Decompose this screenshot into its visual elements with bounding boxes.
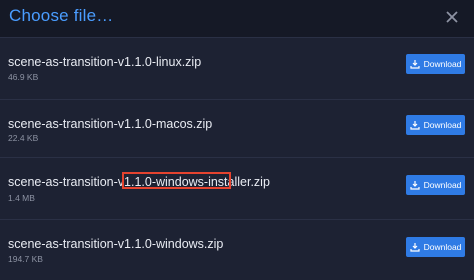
file-size: 1.4 MB (8, 193, 35, 203)
file-row: scene-as-transition-v1.1.0-linux.zip 46.… (0, 37, 474, 100)
download-label: Download (423, 59, 462, 69)
download-button[interactable]: Download (406, 115, 465, 135)
file-name: scene-as-transition-v1.1.0-windows.zip (8, 237, 224, 251)
file-name: scene-as-transition-v1.1.0-macos.zip (8, 117, 213, 131)
download-label: Download (423, 242, 462, 252)
download-button[interactable]: Download (406, 175, 465, 195)
file-size: 194.7 KB (8, 254, 43, 264)
download-label: Download (423, 180, 462, 190)
download-icon (409, 121, 420, 130)
file-row: scene-as-transition-v1.1.0-windows-insta… (0, 157, 474, 220)
file-size: 46.9 KB (8, 72, 39, 82)
dialog-header: Choose file… (0, 0, 474, 37)
download-icon (409, 243, 420, 252)
download-label: Download (423, 120, 462, 130)
choose-file-dialog: Choose file… scene-as-transition-v1.1.0-… (0, 0, 474, 280)
download-icon (409, 181, 420, 190)
download-button[interactable]: Download (406, 237, 465, 257)
file-name: scene-as-transition-v1.1.0-linux.zip (8, 55, 202, 69)
dialog-title: Choose file… (9, 6, 114, 25)
file-size: 22.4 KB (8, 133, 39, 143)
download-icon (409, 60, 420, 69)
highlight-box (122, 172, 231, 189)
file-row: scene-as-transition-v1.1.0-windows.zip 1… (0, 219, 474, 280)
close-icon[interactable] (442, 7, 462, 27)
download-button[interactable]: Download (406, 54, 465, 74)
file-row: scene-as-transition-v1.1.0-macos.zip 22.… (0, 99, 474, 162)
